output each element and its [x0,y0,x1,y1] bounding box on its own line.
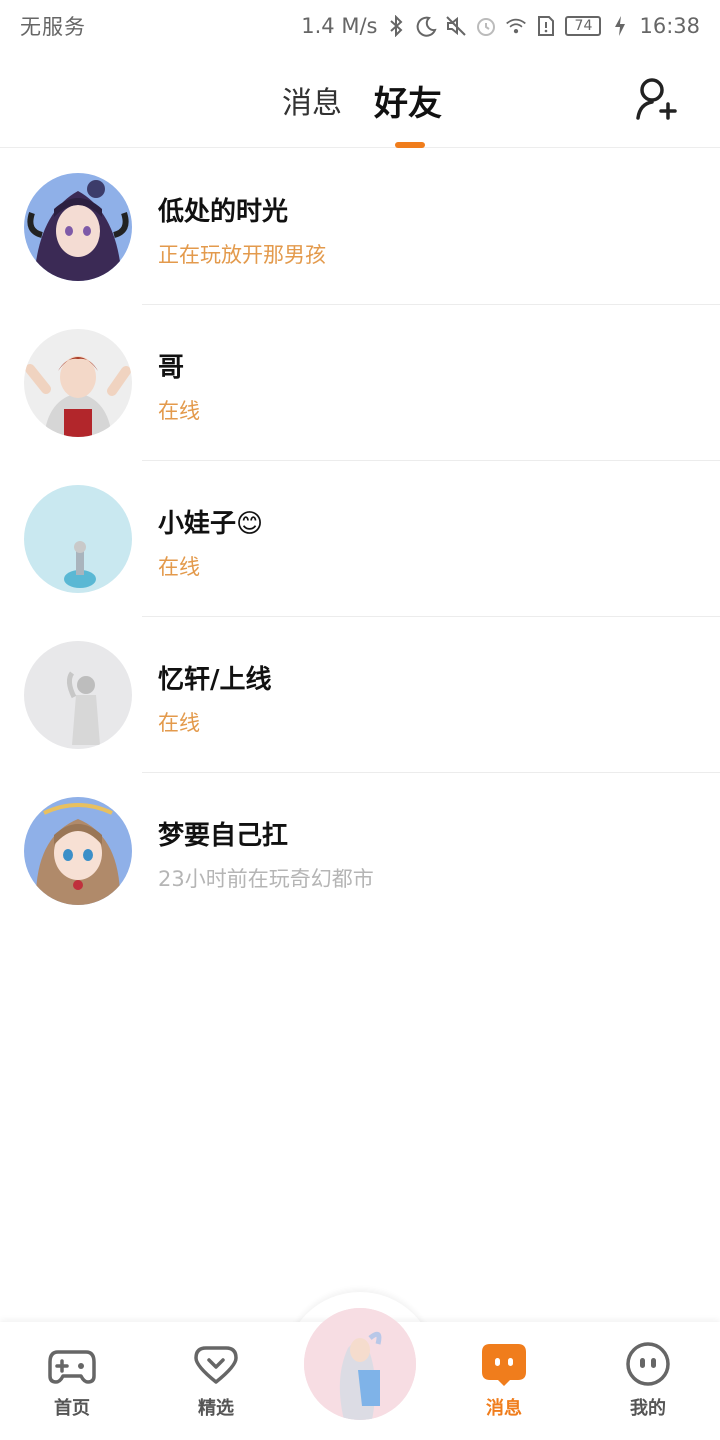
alarm-icon [475,15,497,37]
nav-label: 消息 [486,1398,522,1419]
nav-item-featured[interactable]: 精选 [166,1322,266,1440]
bluetooth-icon [385,15,407,37]
nav-item-messages[interactable]: 消息 [454,1322,554,1440]
avatar[interactable] [24,485,132,593]
wifi-icon [505,15,527,37]
mute-icon [445,15,467,37]
nav-label: 首页 [54,1398,90,1419]
friend-name: 梦要自己扛 [158,821,289,851]
tab-friends[interactable]: 好友 [374,76,442,125]
active-tab-indicator [395,142,425,148]
friend-status: 在线 [158,711,200,735]
friend-name: 低处的时光 [158,197,289,227]
add-user-icon[interactable] [632,74,680,122]
friend-name: 小娃子😊 [158,509,264,539]
friend-name: 哥 [158,353,185,383]
avatar[interactable] [24,329,132,437]
tab-messages[interactable]: 消息 [282,78,342,122]
avatar[interactable] [24,173,132,281]
top-tab-bar: 消息 好友 [0,52,720,148]
friend-row[interactable]: 梦要自己扛 23小时前在玩奇幻都市 [0,773,720,929]
nav-label: 我的 [630,1398,666,1419]
friend-row[interactable]: 小娃子😊 在线 [0,461,720,617]
carrier-text: 无服务 [20,15,86,39]
friend-status: 正在玩放开那男孩 [158,243,326,267]
friend-list: 低处的时光 正在玩放开那男孩 哥 在线 小娃子😊 在线 忆轩/上线 在线 梦要自… [0,149,720,929]
friend-status: 在线 [158,555,200,579]
nav-item-home[interactable]: 首页 [22,1322,122,1440]
status-icons: 1.4 M/s 74 16:38 [301,14,700,38]
heart-chat-icon [192,1340,240,1388]
friend-status: 在线 [158,399,200,423]
friend-name: 忆轩/上线 [158,665,272,695]
moon-icon [415,15,438,37]
friend-row[interactable]: 哥 在线 [0,305,720,461]
friend-row[interactable]: 忆轩/上线 在线 [0,617,720,773]
friend-row[interactable]: 低处的时光 正在玩放开那男孩 [0,149,720,305]
avatar[interactable] [24,641,132,749]
network-speed: 1.4 M/s [301,14,378,38]
clock: 16:38 [639,14,700,38]
nav-center-avatar-button[interactable] [304,1308,416,1420]
sim-alert-icon [535,15,557,37]
message-icon [480,1340,528,1388]
gamepad-icon [48,1340,96,1388]
face-icon [624,1340,672,1388]
nav-label: 精选 [198,1398,234,1419]
friend-status: 23小时前在玩奇幻都市 [158,867,374,891]
status-bar: 无服务 1.4 M/s 74 16:38 [0,0,720,52]
nav-item-me[interactable]: 我的 [598,1322,698,1440]
avatar[interactable] [24,797,132,905]
battery-indicator: 74 [565,16,602,36]
charging-icon [609,15,631,37]
